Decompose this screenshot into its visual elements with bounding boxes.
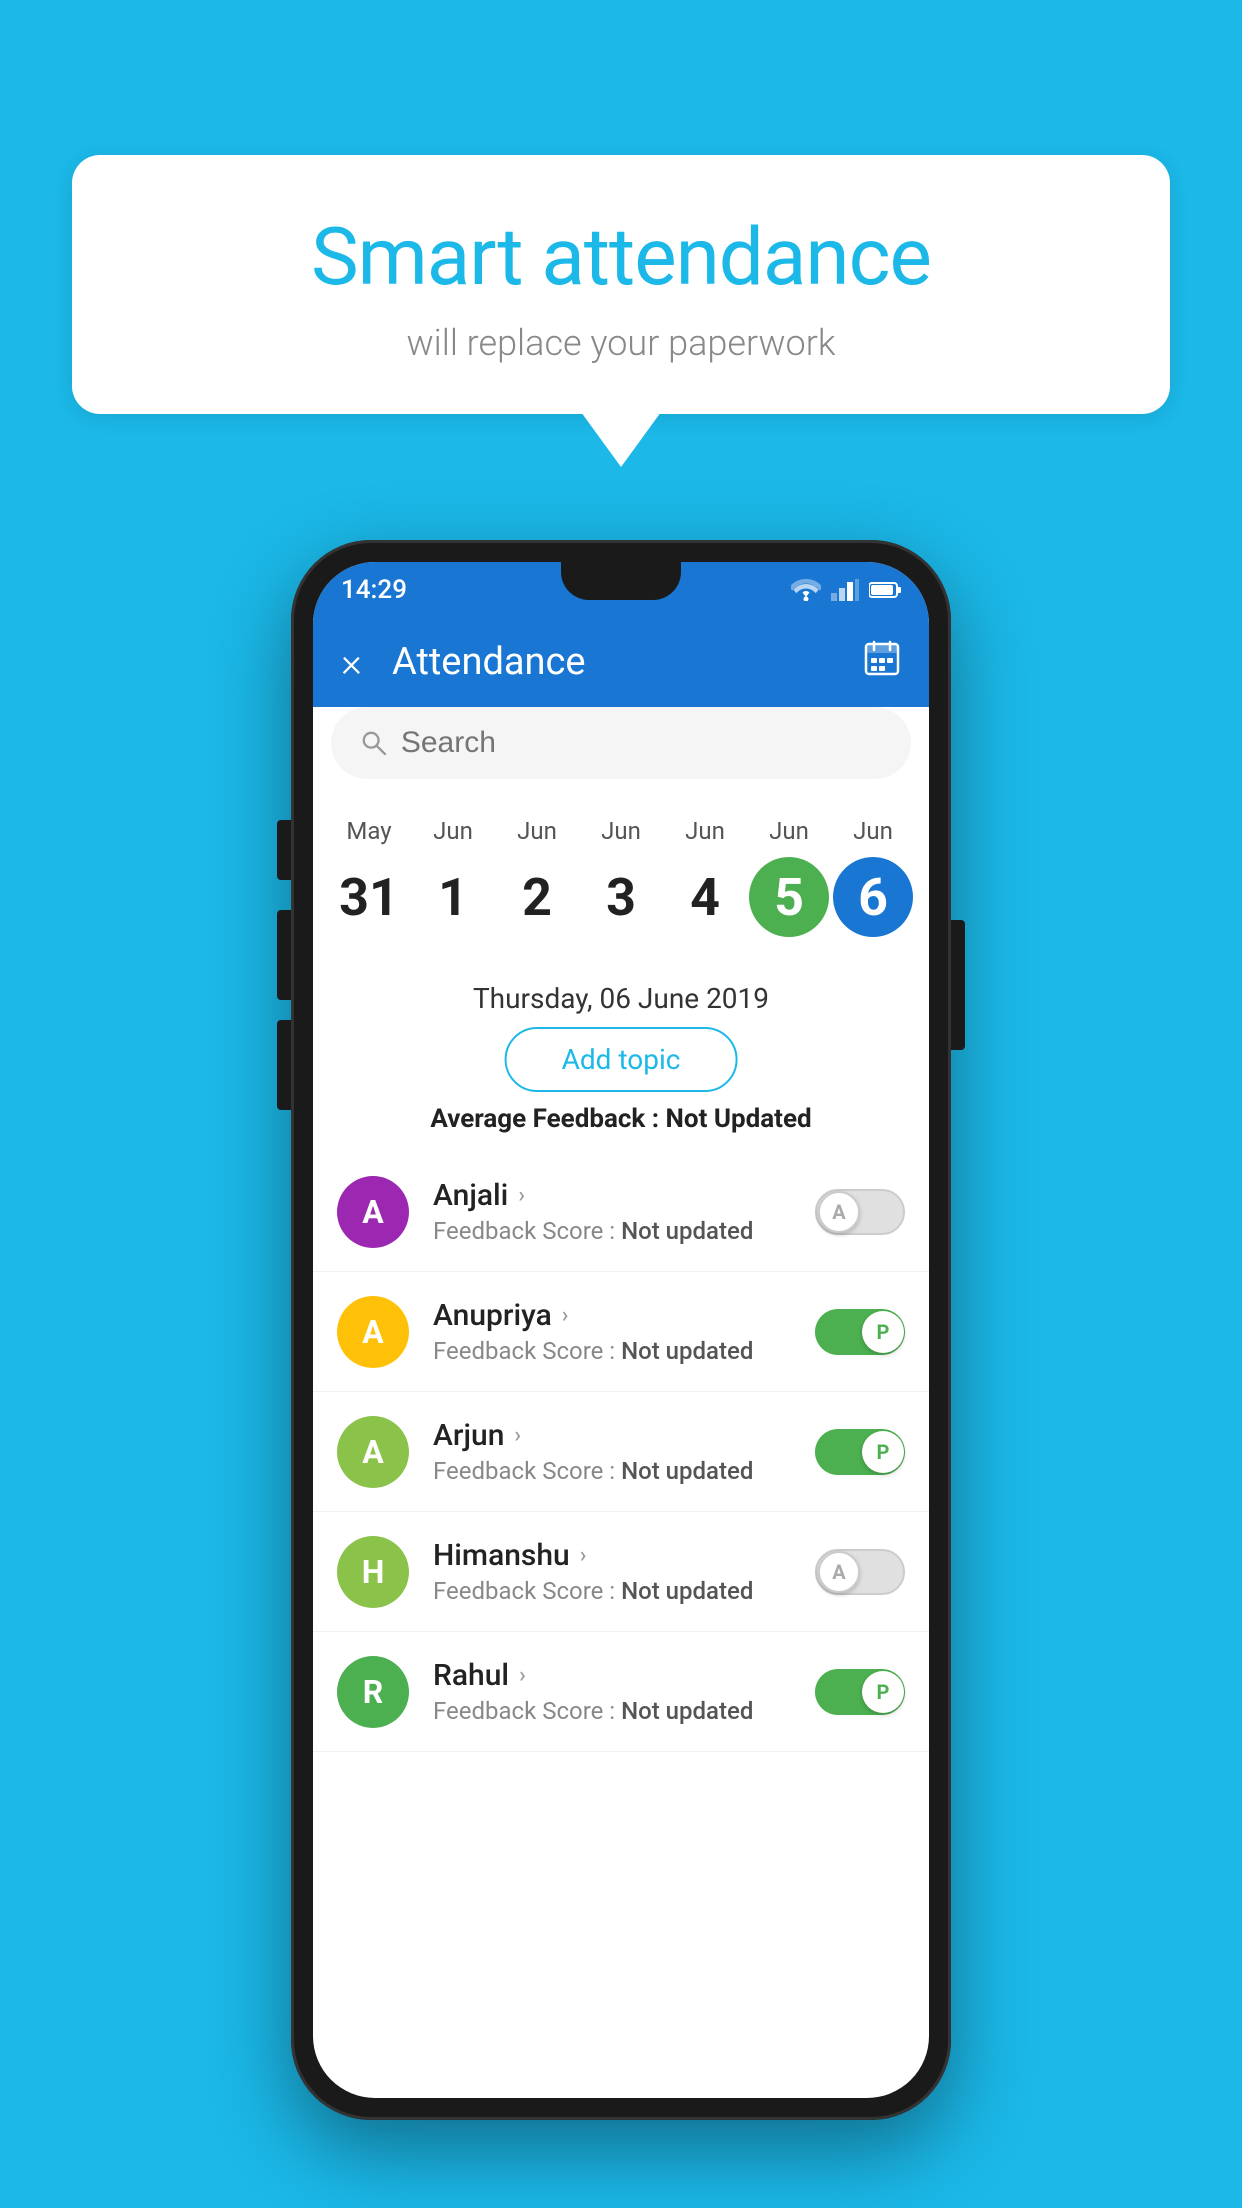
speech-bubble: Smart attendance will replace your paper…: [72, 155, 1170, 414]
app-bar: × Attendance: [313, 617, 929, 707]
student-name[interactable]: Anupriya›: [433, 1298, 815, 1333]
avg-feedback-label: Average Feedback :: [430, 1104, 659, 1134]
phone-container: 14:29: [291, 540, 951, 2120]
speech-bubble-subtitle: will replace your paperwork: [132, 322, 1110, 364]
attendance-toggle[interactable]: A: [815, 1549, 905, 1595]
battery-icon: [869, 581, 901, 599]
cal-month-label: Jun: [517, 817, 557, 845]
attendance-toggle[interactable]: P: [815, 1429, 905, 1475]
avg-feedback: Average Feedback : Not Updated: [313, 1104, 929, 1134]
attendance-toggle[interactable]: P: [815, 1309, 905, 1355]
avg-feedback-value: Not Updated: [666, 1104, 812, 1134]
student-avatar: R: [337, 1656, 409, 1728]
cal-day[interactable]: Jun 2: [495, 817, 579, 937]
toggle-knob: P: [862, 1431, 904, 1473]
speech-bubble-container: Smart attendance will replace your paper…: [72, 155, 1170, 467]
cal-day[interactable]: Jun 3: [579, 817, 663, 937]
cal-day[interactable]: Jun 1: [411, 817, 495, 937]
volume-down-button: [277, 1020, 291, 1110]
toggle-knob: A: [818, 1191, 860, 1233]
cal-date-number: 2: [497, 857, 577, 937]
student-name[interactable]: Himanshu›: [433, 1538, 815, 1573]
status-icons: [791, 579, 901, 601]
student-feedback: Feedback Score : Not updated: [433, 1697, 815, 1725]
student-list: AAnjali›Feedback Score : Not updatedAAAn…: [313, 1152, 929, 2098]
attendance-toggle[interactable]: P: [815, 1669, 905, 1715]
speech-bubble-tail: [581, 412, 661, 467]
search-bar[interactable]: [331, 707, 911, 779]
wifi-icon: [791, 579, 821, 601]
cal-month-label: Jun: [853, 817, 893, 845]
student-info: Arjun› Feedback Score : Not updated: [433, 1418, 815, 1485]
toggle-knob: P: [862, 1671, 904, 1713]
student-chevron-icon: ›: [562, 1303, 569, 1328]
student-name[interactable]: Arjun›: [433, 1418, 815, 1453]
volume-up-button: [277, 910, 291, 1000]
cal-day[interactable]: Jun 5: [747, 817, 831, 937]
student-chevron-icon: ›: [580, 1543, 587, 1568]
volume-mute-button: [277, 820, 291, 880]
cal-month-label: Jun: [601, 817, 641, 845]
student-feedback: Feedback Score : Not updated: [433, 1337, 815, 1365]
phone-notch: [561, 562, 681, 600]
student-info: Himanshu› Feedback Score : Not updated: [433, 1538, 815, 1605]
calendar-strip: May 31 Jun 1 Jun 2 Jun 3 Jun 4 Jun 5 Jun 6: [313, 797, 929, 947]
selected-date-label: Thursday, 06 June 2019: [313, 982, 929, 1015]
power-button: [951, 920, 965, 1050]
student-item: R Rahul› Feedback Score : Not updated P: [313, 1632, 929, 1752]
cal-date-number: 6: [833, 857, 913, 937]
student-feedback: Feedback Score : Not updated: [433, 1217, 815, 1245]
student-info: Rahul› Feedback Score : Not updated: [433, 1658, 815, 1725]
student-feedback: Feedback Score : Not updated: [433, 1457, 815, 1485]
attendance-toggle[interactable]: A: [815, 1189, 905, 1235]
student-item: H Himanshu› Feedback Score : Not updatedA: [313, 1512, 929, 1632]
student-chevron-icon: ›: [519, 1663, 526, 1688]
student-avatar: H: [337, 1536, 409, 1608]
cal-month-label: Jun: [433, 817, 473, 845]
cal-date-number: 5: [749, 857, 829, 937]
cal-day[interactable]: Jun 6: [831, 817, 915, 937]
app-bar-title: Attendance: [392, 640, 586, 684]
cal-month-label: May: [346, 817, 391, 845]
search-icon: [361, 729, 387, 757]
student-chevron-icon: ›: [518, 1183, 525, 1208]
cal-month-label: Jun: [685, 817, 725, 845]
signal-icon: [831, 579, 859, 601]
student-avatar: A: [337, 1416, 409, 1488]
student-avatar: A: [337, 1176, 409, 1248]
student-chevron-icon: ›: [514, 1423, 521, 1448]
search-input[interactable]: [401, 726, 881, 760]
close-button[interactable]: ×: [341, 639, 362, 686]
cal-month-label: Jun: [769, 817, 809, 845]
cal-date-number: 3: [581, 857, 661, 937]
student-item: A Arjun› Feedback Score : Not updated P: [313, 1392, 929, 1512]
cal-day[interactable]: May 31: [327, 817, 411, 937]
student-info: Anjali› Feedback Score : Not updated: [433, 1178, 815, 1245]
student-info: Anupriya› Feedback Score : Not updated: [433, 1298, 815, 1365]
add-topic-button[interactable]: Add topic: [505, 1027, 738, 1092]
student-avatar: A: [337, 1296, 409, 1368]
toggle-knob: P: [862, 1311, 904, 1353]
toggle-knob: A: [818, 1551, 860, 1593]
cal-date-number: 4: [665, 857, 745, 937]
calendar-icon[interactable]: [863, 639, 901, 686]
student-item: A Anupriya› Feedback Score : Not updated P: [313, 1272, 929, 1392]
phone-screen: 14:29: [313, 562, 929, 2098]
cal-date-number: 31: [329, 857, 409, 937]
cal-date-number: 1: [413, 857, 493, 937]
student-name[interactable]: Rahul›: [433, 1658, 815, 1693]
cal-day[interactable]: Jun 4: [663, 817, 747, 937]
student-item: AAnjali›Feedback Score : Not updatedA: [313, 1152, 929, 1272]
status-time: 14:29: [341, 575, 407, 605]
student-feedback: Feedback Score : Not updated: [433, 1577, 815, 1605]
speech-bubble-title: Smart attendance: [132, 210, 1110, 304]
student-name[interactable]: Anjali›: [433, 1178, 815, 1213]
